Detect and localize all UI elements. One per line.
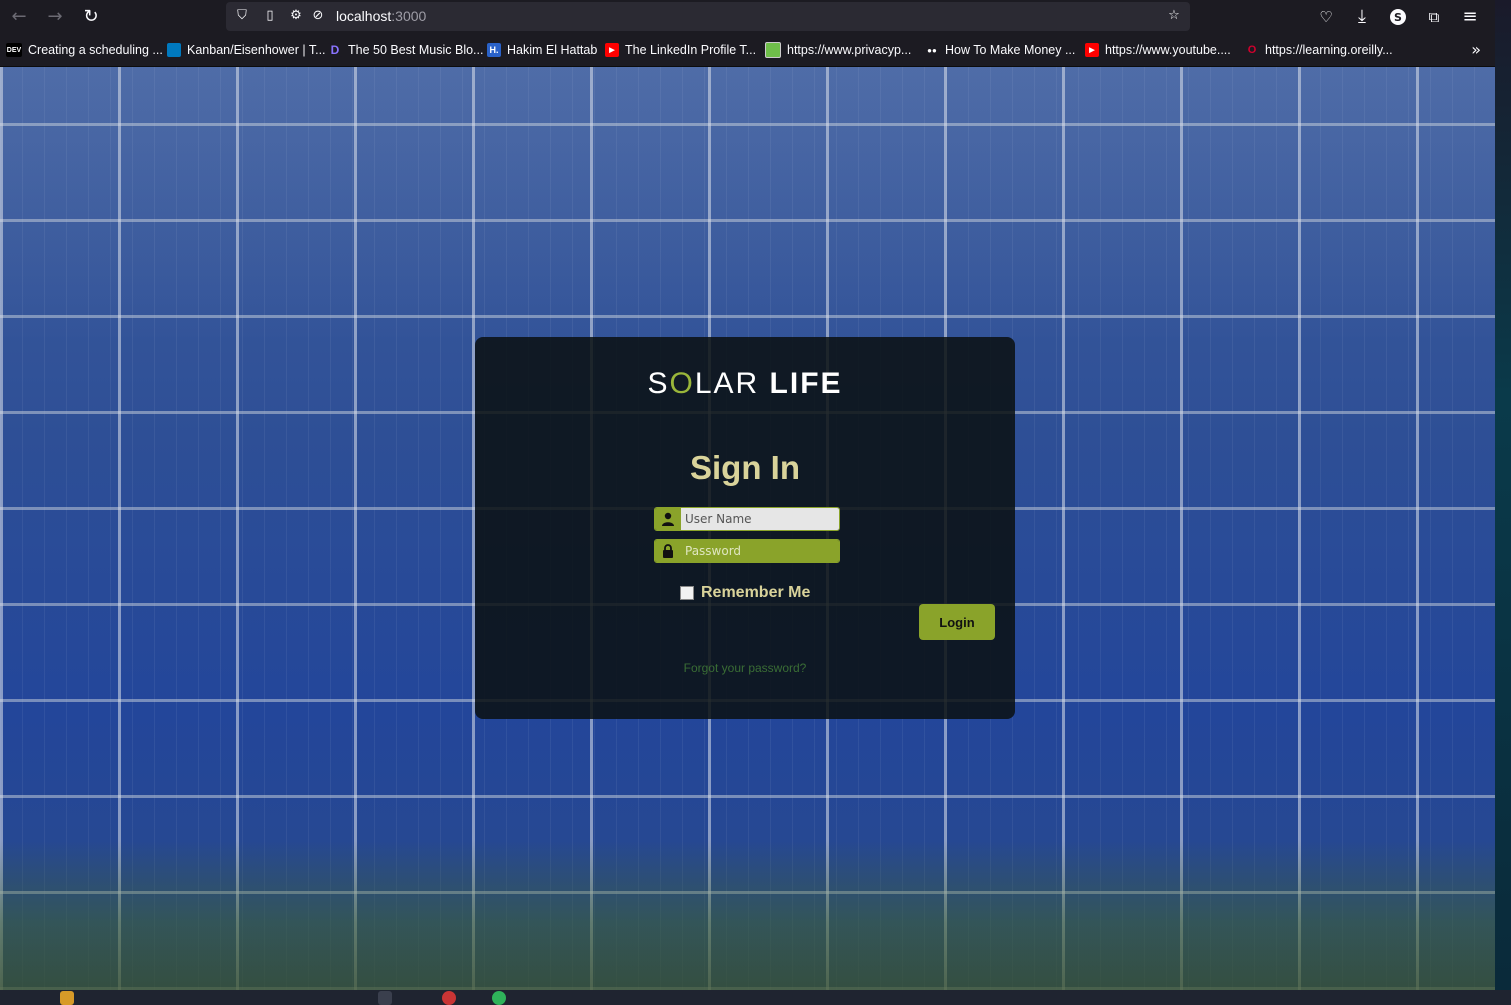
dev-icon: DEV (6, 43, 22, 57)
d-icon: D (328, 43, 342, 57)
privacy-icon (765, 42, 781, 58)
username-input[interactable] (681, 508, 839, 530)
solar-life-logo: SOLAR LIFE (647, 367, 843, 400)
page-icon[interactable]: ▯ (262, 8, 278, 24)
extensions-icon[interactable]: ⧉ (1422, 5, 1446, 29)
app-icon[interactable] (492, 991, 506, 1005)
more-bookmarks-icon[interactable]: » (1471, 40, 1481, 59)
bookmark-item[interactable]: DEV Creating a scheduling ... (6, 41, 163, 59)
bookmark-item[interactable]: O https://learning.oreilly... (1245, 41, 1393, 59)
forgot-password-link[interactable]: Forgot your password? (475, 661, 1015, 675)
youtube-icon: ▶ (605, 43, 619, 57)
os-taskbar (0, 990, 1511, 1005)
grass-ground (0, 840, 1495, 990)
medium-icon: ●● (925, 43, 939, 57)
menu-icon[interactable]: ≡ (1458, 5, 1482, 29)
app-icon[interactable] (378, 991, 392, 1005)
remember-me-checkbox[interactable] (680, 586, 694, 600)
download-icon[interactable]: ⤓ (1350, 5, 1374, 29)
trello-icon (167, 43, 181, 57)
permissions-icon[interactable]: ⚙ (288, 8, 304, 24)
account-avatar-icon[interactable]: S (1386, 5, 1410, 29)
bookmark-item[interactable]: ●● How To Make Money ... (925, 41, 1075, 59)
bookmark-item[interactable]: ▶ The LinkedIn Profile T... (605, 41, 756, 59)
password-input[interactable] (681, 540, 839, 562)
bookmark-label: Kanban/Eisenhower | T... (187, 43, 326, 57)
back-arrow-icon[interactable]: ← (7, 5, 31, 29)
bookmark-label: Hakim El Hattab (507, 43, 598, 57)
sign-in-title: Sign In (690, 449, 800, 486)
browser-toolbar: ← → ↻ ⛉ ▯ ⚙ ⊘ localhost:3000 ☆ ♡ ⤓ S ⧉ ≡ (0, 0, 1495, 34)
remember-me-label: Remember Me (701, 584, 811, 601)
bookmark-star-icon[interactable]: ☆ (1166, 8, 1182, 24)
bookmark-item[interactable]: H. Hakim El Hattab (487, 41, 597, 59)
shield-icon[interactable]: ⛉ (234, 8, 250, 24)
bookmark-label: https://www.youtube.... (1105, 43, 1231, 57)
bookmark-item[interactable]: Kanban/Eisenhower | T... (167, 41, 326, 59)
bookmark-label: How To Make Money ... (945, 43, 1076, 57)
page-background: SOLAR LIFE Sign In Remember Me Login For… (0, 67, 1495, 990)
youtube-icon: ▶ (1085, 43, 1099, 57)
address-bar[interactable]: ⛉ ▯ ⚙ ⊘ localhost:3000 ☆ (226, 2, 1190, 31)
login-button[interactable]: Login (919, 604, 995, 640)
reload-icon[interactable]: ↻ (79, 5, 103, 29)
app-icon[interactable] (442, 991, 456, 1005)
login-card: SOLAR LIFE Sign In Remember Me Login For… (475, 337, 1015, 719)
bookmark-label: https://learning.oreilly... (1265, 43, 1393, 57)
bookmark-item[interactable]: https://www.privacyp... (765, 41, 911, 59)
remember-me[interactable]: Remember Me (680, 584, 810, 602)
bookmark-item[interactable]: ▶ https://www.youtube.... (1085, 41, 1231, 59)
user-icon (655, 508, 681, 530)
pocket-icon[interactable]: ♡ (1314, 5, 1338, 29)
bookmark-label: Creating a scheduling ... (28, 43, 163, 57)
bookmark-item[interactable]: D The 50 Best Music Blo... (328, 41, 483, 59)
background-window-strip (1495, 0, 1511, 990)
bookmark-label: https://www.privacyp... (787, 43, 912, 57)
bookmark-label: The LinkedIn Profile T... (625, 43, 757, 57)
url-text[interactable]: localhost:3000 (336, 8, 426, 24)
username-field[interactable] (654, 507, 840, 531)
tracking-blocked-icon[interactable]: ⊘ (310, 8, 326, 24)
bookmark-label: The 50 Best Music Blo... (348, 43, 484, 57)
bookmarks-bar: DEV Creating a scheduling ... Kanban/Eis… (0, 34, 1495, 67)
h-icon: H. (487, 43, 501, 57)
oreilly-icon: O (1245, 43, 1259, 57)
forward-arrow-icon[interactable]: → (43, 5, 67, 29)
password-field[interactable] (654, 539, 840, 563)
lock-icon (655, 540, 681, 562)
folder-icon[interactable] (60, 991, 74, 1005)
